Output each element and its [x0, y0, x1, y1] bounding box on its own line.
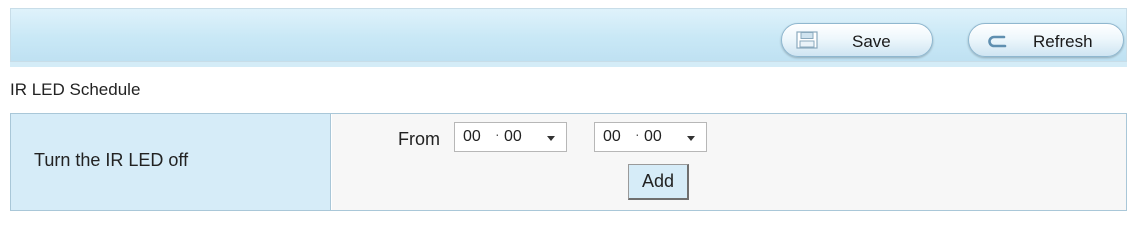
- start-time-select[interactable]: 00 · 00: [454, 122, 567, 152]
- schedule-label-cell: Turn the IR LED off: [11, 114, 331, 210]
- end-hour-value: 00: [603, 128, 621, 145]
- section-title: IR LED Schedule: [10, 80, 141, 99]
- end-minute-value: 00: [644, 128, 662, 145]
- from-label: From: [398, 129, 440, 149]
- start-minute-value: 00: [504, 128, 522, 145]
- save-button[interactable]: Save: [781, 23, 933, 57]
- refresh-button[interactable]: Refresh: [968, 23, 1124, 57]
- schedule-row-label: Turn the IR LED off: [34, 150, 189, 170]
- save-button-label: Save: [852, 32, 891, 51]
- toolbar-divider: [10, 62, 1127, 67]
- refresh-arrow-icon: [985, 32, 1009, 50]
- end-time-select[interactable]: 00 · 00: [594, 122, 707, 152]
- ir-led-schedule-table: Turn the IR LED off From 00 · 00 00 · 00…: [10, 113, 1127, 211]
- start-hour-value: 00: [463, 128, 481, 145]
- chevron-down-icon[interactable]: [547, 136, 555, 141]
- chevron-down-icon[interactable]: [687, 136, 695, 141]
- toolbar: Save Refresh: [10, 8, 1127, 62]
- add-button[interactable]: Add: [628, 164, 689, 200]
- floppy-disk-icon: [796, 31, 818, 49]
- refresh-button-label: Refresh: [1033, 32, 1093, 51]
- time-separator: ·: [495, 126, 500, 142]
- time-separator: ·: [635, 126, 640, 142]
- schedule-content-cell: From 00 · 00 00 · 00 Add: [332, 114, 1126, 210]
